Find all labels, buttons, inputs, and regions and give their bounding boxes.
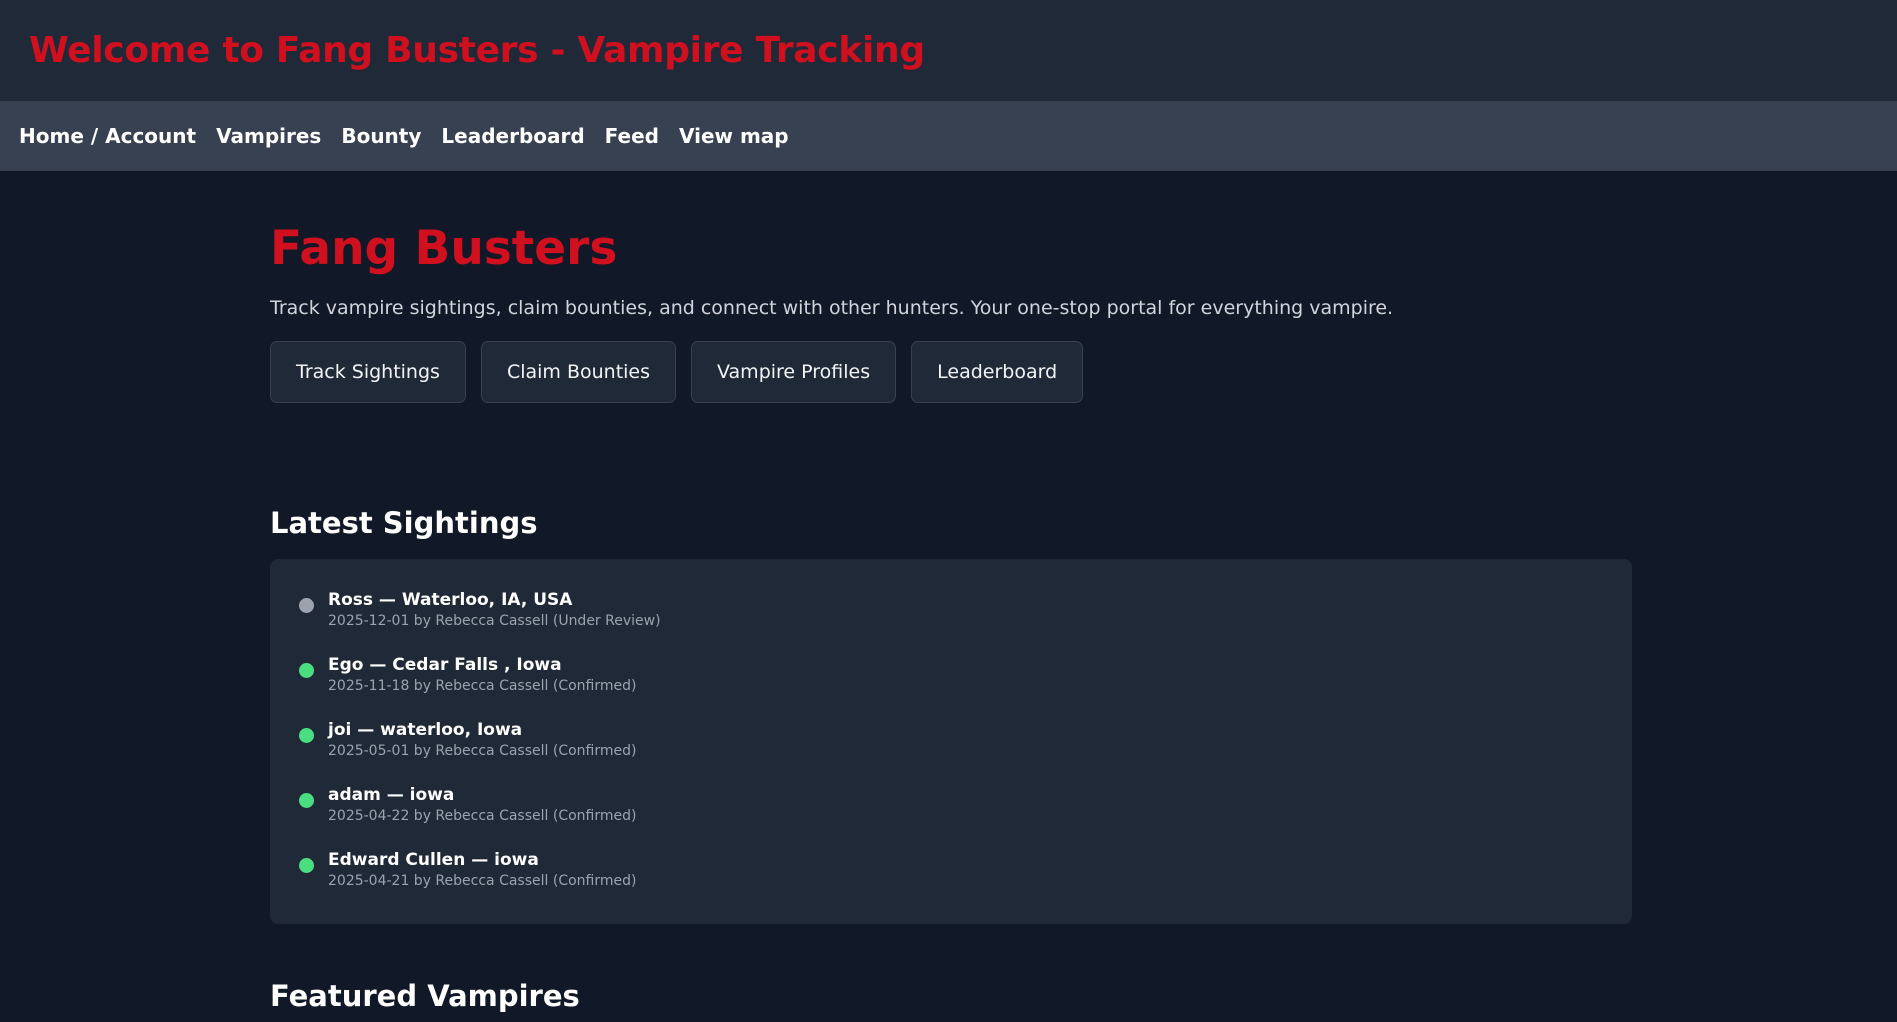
claim-bounties-button[interactable]: Claim Bounties — [480, 340, 677, 403]
status-dot-icon — [299, 662, 314, 678]
site-header: Welcome to Fang Busters - Vampire Tracki… — [0, 0, 1897, 101]
sighting-meta: 2025-11-18 by Rebecca Cassell (Confirmed… — [328, 677, 637, 694]
sighting-title: Edward Cullen — iowa — [328, 849, 539, 870]
sighting-title: Ross — Waterloo, IA, USA — [328, 589, 573, 610]
list-item[interactable]: adam — iowa 2025-04-22 by Rebecca Cassel… — [299, 784, 1603, 849]
sighting-meta: 2025-05-01 by Rebecca Cassell (Confirmed… — [328, 742, 637, 759]
track-sightings-button[interactable]: Track Sightings — [270, 340, 466, 403]
list-item[interactable]: joi — waterloo, Iowa 2025-05-01 by Rebec… — [299, 719, 1603, 784]
sightings-list: Ross — Waterloo, IA, USA 2025-12-01 by R… — [270, 558, 1632, 924]
sighting-title: Ego — Cedar Falls , Iowa — [328, 654, 562, 675]
latest-sightings-heading: Latest Sightings — [270, 505, 538, 540]
list-item[interactable]: Edward Cullen — iowa 2025-04-21 by Rebec… — [299, 849, 1603, 914]
hero-title: Fang Busters — [270, 221, 618, 276]
status-dot-icon — [299, 727, 314, 743]
list-item[interactable]: Ross — Waterloo, IA, USA 2025-12-01 by R… — [299, 589, 1603, 654]
nav-bounty[interactable]: Bounty — [341, 124, 421, 148]
main-navbar: Home / Account Vampires Bounty Leaderboa… — [0, 101, 1897, 171]
sighting-meta: 2025-12-01 by Rebecca Cassell (Under Rev… — [328, 612, 661, 629]
sighting-meta: 2025-04-21 by Rebecca Cassell (Confirmed… — [328, 872, 637, 889]
hero-button-group: Track Sightings Claim Bounties Vampire P… — [270, 340, 1632, 403]
hero-description: Track vampire sightings, claim bounties,… — [270, 296, 1394, 319]
nav-leaderboard[interactable]: Leaderboard — [441, 124, 584, 148]
leaderboard-button[interactable]: Leaderboard — [911, 340, 1084, 403]
featured-vampires-heading: Featured Vampires — [270, 978, 580, 1013]
status-dot-icon — [299, 857, 314, 873]
vampire-profiles-button[interactable]: Vampire Profiles — [691, 340, 897, 403]
nav-vampires[interactable]: Vampires — [216, 124, 321, 148]
hero-section: Fang Busters Track vampire sightings, cl… — [270, 223, 1632, 403]
sighting-meta: 2025-04-22 by Rebecca Cassell (Confirmed… — [328, 807, 637, 824]
nav-view-map[interactable]: View map — [679, 124, 789, 148]
sighting-title: joi — waterloo, Iowa — [328, 719, 523, 740]
list-item[interactable]: Ego — Cedar Falls , Iowa 2025-11-18 by R… — [299, 654, 1603, 719]
nav-feed[interactable]: Feed — [605, 124, 659, 148]
status-dot-icon — [299, 792, 314, 808]
main-content: Fang Busters Track vampire sightings, cl… — [270, 171, 1632, 1013]
site-title: Welcome to Fang Busters - Vampire Tracki… — [29, 30, 925, 71]
nav-home-account[interactable]: Home / Account — [19, 124, 196, 148]
status-dot-icon — [299, 597, 314, 613]
sighting-title: adam — iowa — [328, 784, 455, 805]
